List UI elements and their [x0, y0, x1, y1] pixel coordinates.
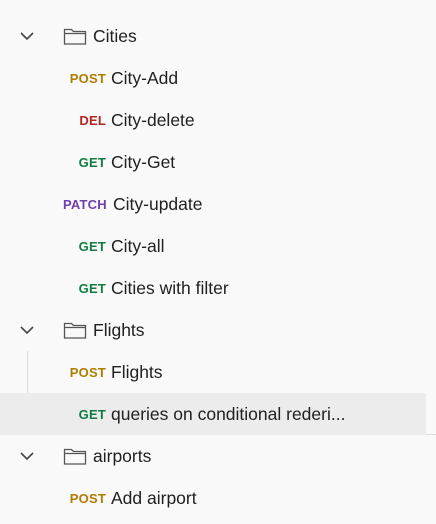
method-badge: PATCH — [63, 196, 107, 212]
chevron-down-icon[interactable] — [18, 322, 36, 338]
request-row-city-add[interactable]: POST City-Add — [0, 57, 426, 99]
request-row-queries-conditional[interactable]: GET queries on conditional rederi... — [0, 393, 426, 435]
request-row-add-airport[interactable]: POST Add airport — [0, 477, 426, 519]
method-badge: GET — [78, 406, 106, 422]
request-row-city-get[interactable]: GET City-Get — [0, 141, 426, 183]
folder-row-flights[interactable]: Flights — [0, 309, 426, 351]
folder-label: Cities — [93, 25, 137, 46]
request-row-city-all[interactable]: GET City-all — [0, 225, 426, 267]
method-badge: POST — [69, 364, 106, 380]
request-label: Cities with filter — [111, 277, 229, 298]
request-row-flights[interactable]: POST Flights — [0, 351, 426, 393]
method-badge: DEL — [79, 112, 106, 128]
request-label: City-update — [113, 193, 203, 214]
request-label: Flights — [111, 361, 163, 382]
folder-row-cities[interactable]: Cities — [0, 15, 426, 57]
folder-icon — [63, 28, 87, 45]
folder-row-airports[interactable]: airports — [0, 435, 426, 477]
method-badge: POST — [69, 70, 106, 86]
panel-edge — [426, 434, 436, 435]
chevron-down-icon[interactable] — [18, 448, 36, 464]
request-row-cities-with-filter[interactable]: GET Cities with filter — [0, 267, 426, 309]
method-badge: GET — [78, 280, 106, 296]
folder-icon — [63, 322, 87, 339]
collection-tree: Cities POST City-Add DEL City-delete GET… — [0, 0, 436, 524]
method-badge: POST — [69, 490, 106, 506]
request-label: City-Add — [111, 67, 179, 88]
request-label: City-all — [111, 235, 165, 256]
folder-label: airports — [93, 445, 152, 466]
method-badge: GET — [78, 154, 106, 170]
request-label: City-delete — [111, 109, 195, 130]
request-row-city-delete[interactable]: DEL City-delete — [0, 99, 426, 141]
clipped-row-remnant — [40, 0, 160, 4]
request-row-city-update[interactable]: PATCH City-update — [0, 183, 426, 225]
folder-label: Flights — [93, 319, 145, 340]
request-label: queries on conditional rederi... — [111, 403, 346, 424]
request-label: Add airport — [111, 487, 197, 508]
method-badge: GET — [78, 238, 106, 254]
chevron-down-icon[interactable] — [18, 28, 36, 44]
folder-icon — [63, 448, 87, 465]
request-label: City-Get — [111, 151, 176, 172]
